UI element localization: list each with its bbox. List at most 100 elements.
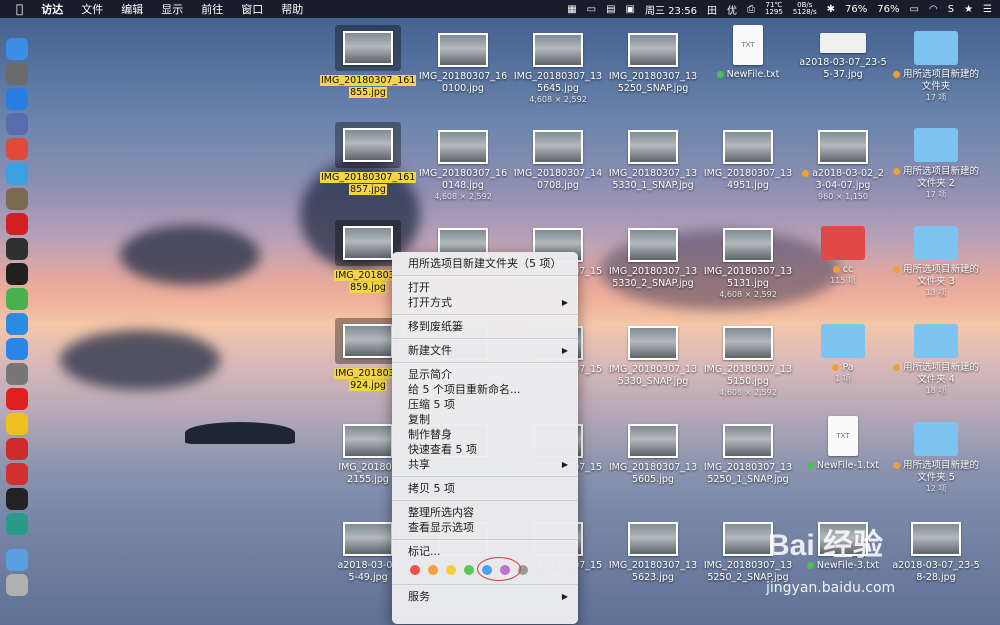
yandex-icon[interactable] xyxy=(6,388,28,410)
preview-icon[interactable] xyxy=(6,113,28,135)
app-store-icon[interactable] xyxy=(6,338,28,360)
desktop-file-icon[interactable]: a2018-03-07_23-5 5-37.jpg xyxy=(795,25,891,81)
trash-icon[interactable] xyxy=(6,574,28,596)
menu-item[interactable]: 打开 xyxy=(392,280,578,295)
netease-music-icon[interactable] xyxy=(6,438,28,460)
app-status-icon[interactable]: S xyxy=(948,4,954,15)
desktop-file-icon[interactable]: IMG_20180307_13 5623.jpg xyxy=(605,514,701,584)
app-status-icon[interactable]: ▦ xyxy=(567,4,576,15)
desktop-file-icon[interactable]: IMG_20180307_13 5250_1_SNAP.jpg xyxy=(700,416,796,486)
menu-item[interactable]: 查看显示选项 xyxy=(392,520,578,535)
battery-icon[interactable]: ▭ xyxy=(910,4,919,15)
menu-file[interactable]: 文件 xyxy=(81,1,103,17)
desktop-file-icon[interactable]: IMG_20180307_161 857.jpg xyxy=(320,122,417,196)
desktop-file-icon[interactable]: IMG_20180307_13 5250_SNAP.jpg xyxy=(605,25,701,95)
net-monitor[interactable]: 0B/s 5128/s xyxy=(793,2,817,16)
chrome-icon[interactable] xyxy=(6,413,28,435)
desktop-file-icon[interactable]: IMG_20180307_13 4951.jpg xyxy=(700,122,796,192)
menu-view[interactable]: 显示 xyxy=(161,1,183,17)
desktop-file-icon[interactable]: IMG_20180307_14 0708.jpg xyxy=(510,122,606,192)
menu-window[interactable]: 窗口 xyxy=(241,1,263,17)
desktop-file-icon[interactable]: 用所选项目新建的 文件夹 17 项 xyxy=(888,25,984,103)
terminal-icon[interactable] xyxy=(6,263,28,285)
printer-icon[interactable]: ⎙ xyxy=(747,4,755,15)
desktop-file-icon[interactable]: IMG_20180307_13 5330_SNAP.jpg xyxy=(605,318,701,388)
desktop-file-icon[interactable]: IMG_20180307_13 5330_2_SNAP.jpg xyxy=(605,220,701,290)
desktop-file-icon[interactable]: a2018-03-02_2 3-04-07.jpg 960 × 1,150 xyxy=(795,122,891,202)
launchpad-icon[interactable] xyxy=(6,63,28,85)
tag-color-dot[interactable] xyxy=(410,565,420,575)
menu-go[interactable]: 前往 xyxy=(201,1,223,17)
menu-item[interactable]: 复制 xyxy=(392,412,578,427)
clock-text[interactable]: 周三 23:56 xyxy=(645,2,697,17)
terminal-icon[interactable] xyxy=(6,488,28,510)
menu-item-services[interactable]: 服务 ▶ xyxy=(392,589,578,604)
maps-icon[interactable] xyxy=(6,288,28,310)
desktop-file-icon[interactable]: IMG_20180307_13 5131.jpg 4,608 × 2,592 xyxy=(700,220,796,300)
desktop-file-icon[interactable]: IMG_20180307_13 5645.jpg 4,608 × 2,592 xyxy=(510,25,606,105)
desktop-file-icon[interactable]: IMG_20180307_13 5330_1_SNAP.jpg xyxy=(605,122,701,192)
menu-item[interactable]: 快速查看 5 项 xyxy=(392,442,578,457)
menu-item[interactable]: 给 5 个项目重新命名... xyxy=(392,382,578,397)
image-thumbnail xyxy=(438,130,488,164)
app-icon[interactable] xyxy=(6,188,28,210)
desktop-file-icon[interactable]: IMG_20180307_13 5605.jpg xyxy=(605,416,701,486)
tag-color-dot[interactable] xyxy=(446,565,456,575)
menu-item[interactable]: 共享 ▶ xyxy=(392,457,578,472)
menu-item[interactable]: 新建文件 ▶ xyxy=(392,343,578,358)
battery1-text[interactable]: 76% xyxy=(845,4,867,15)
temp-monitor[interactable]: 71℃ 1295 xyxy=(765,2,783,16)
menu-item[interactable]: 显示简介 xyxy=(392,367,578,382)
stocks-icon[interactable] xyxy=(6,213,28,235)
ime-text[interactable]: 优 xyxy=(727,2,737,17)
app-icon[interactable] xyxy=(6,138,28,160)
system-preferences-icon[interactable] xyxy=(6,363,28,385)
safari-icon[interactable] xyxy=(6,88,28,110)
vivaldi-icon[interactable] xyxy=(6,463,28,485)
star-icon[interactable]: ★ xyxy=(964,4,973,15)
tag-color-dot[interactable] xyxy=(464,565,474,575)
app-status-icon[interactable]: ▤ xyxy=(606,4,615,15)
apple-logo-icon[interactable]:  xyxy=(16,2,23,16)
user-text[interactable]: 田 xyxy=(707,2,717,17)
menu-finder[interactable]: 访达 xyxy=(41,1,63,17)
menu-item[interactable]: 制作替身 xyxy=(392,427,578,442)
desktop-file-icon[interactable]: a2018-03-07_23-5 8-28.jpg xyxy=(888,514,984,584)
control-center-icon[interactable]: ☰ xyxy=(983,4,992,15)
desktop-file-icon[interactable]: cc 115 项 xyxy=(795,220,891,286)
desktop-file-icon[interactable]: 用所选项目新建的 文件夹 2 17 项 xyxy=(888,122,984,200)
desktop-file-icon[interactable]: IMG_20180307_161 855.jpg xyxy=(320,25,417,99)
desktop-file-icon[interactable]: 用所选项目新建的 文件夹 3 13 项 xyxy=(888,220,984,298)
menu-help[interactable]: 帮助 xyxy=(281,1,303,17)
desktop-file-icon[interactable]: TXT NewFile-1.txt xyxy=(795,416,891,472)
desktop-file-icon[interactable]: 用所选项目新建的 文件夹 4 18 项 xyxy=(888,318,984,396)
battery2-text[interactable]: 76% xyxy=(877,4,899,15)
menu-item-label: 新建文件 xyxy=(408,344,452,357)
menu-item[interactable]: 整理所选内容 xyxy=(392,505,578,520)
desktop-file-icon[interactable]: Pa 1 项 xyxy=(795,318,891,384)
app-icon[interactable] xyxy=(6,513,28,535)
menu-item[interactable]: 用所选项目新建文件夹（5 项） xyxy=(392,256,578,271)
menu-edit[interactable]: 编辑 xyxy=(121,1,143,17)
tag-color-dot[interactable] xyxy=(428,565,438,575)
menu-item[interactable]: 打开方式 ▶ xyxy=(392,295,578,310)
photos-icon[interactable] xyxy=(6,163,28,185)
activity-monitor-icon[interactable] xyxy=(6,238,28,260)
app-status-icon[interactable]: ▣ xyxy=(626,4,635,15)
desktop-file-icon[interactable]: IMG_20180307_13 5150.jpg 4,608 × 2,592 xyxy=(700,318,796,398)
siri-icon[interactable] xyxy=(6,313,28,335)
desktop-file-icon[interactable]: IMG_20180307_16 0100.jpg xyxy=(415,25,511,95)
folder-icon[interactable] xyxy=(6,549,28,571)
file-meta: 4,608 × 2,592 xyxy=(529,95,587,104)
menu-item[interactable]: 拷贝 5 项 xyxy=(392,481,578,496)
menu-item[interactable]: 压缩 5 项 xyxy=(392,397,578,412)
menu-item[interactable]: 标记... xyxy=(392,544,578,559)
bluetooth-icon[interactable]: ✱ xyxy=(827,4,835,15)
display-icon[interactable]: ▭ xyxy=(587,4,596,15)
desktop-file-icon[interactable]: TXT NewFile.txt xyxy=(700,25,796,81)
wifi-icon[interactable]: ◠ xyxy=(929,4,938,15)
desktop-file-icon[interactable]: IMG_20180307_16 0148.jpg 4,608 × 2,592 xyxy=(415,122,511,202)
finder-icon[interactable] xyxy=(6,38,28,60)
menu-item[interactable]: 移到废纸篓 xyxy=(392,319,578,334)
desktop-file-icon[interactable]: 用所选项目新建的 文件夹 5 12 项 xyxy=(888,416,984,494)
